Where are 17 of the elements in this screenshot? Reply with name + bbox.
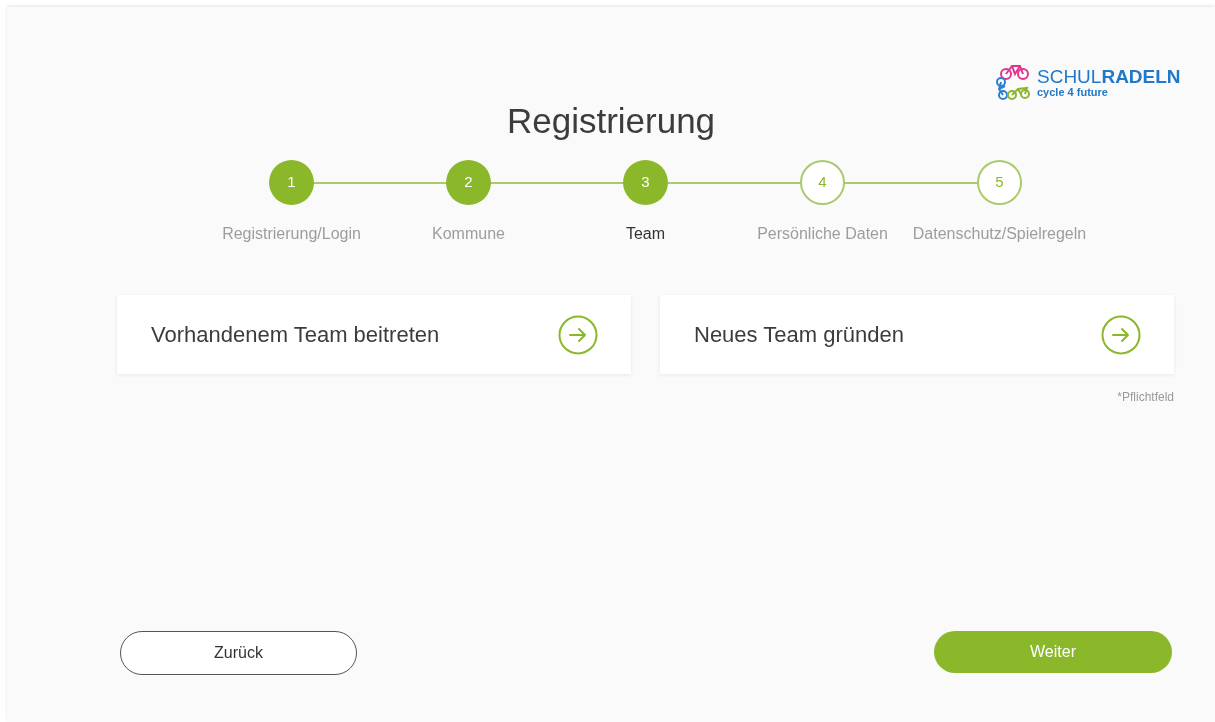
step-label: Datenschutz/Spielregeln [912, 224, 1087, 244]
step-label: Kommune [432, 224, 505, 244]
required-note: *Pflichtfeld [1117, 389, 1174, 406]
option-card[interactable]: Neues Team gründen [660, 295, 1174, 374]
option-label: Neues Team gründen [694, 321, 904, 349]
bicycles-logo-icon [993, 62, 1033, 102]
step-label: Persönliche Daten [757, 224, 888, 244]
arrow-right-icon [558, 314, 598, 355]
step-label: Team [625, 224, 666, 244]
back-button[interactable]: Zurück [120, 631, 357, 675]
page-title: Registrierung [506, 100, 716, 142]
brand-name: SCHULRADELN [1037, 66, 1181, 86]
option-label: Vorhandenem Team beitreten [151, 321, 440, 349]
option-card[interactable]: Vorhandenem Team beitreten [117, 295, 631, 374]
step-label: Registrierung/Login [222, 224, 361, 244]
brand-tagline: cycle 4 future [1037, 86, 1109, 98]
arrow-right-icon [1101, 314, 1141, 355]
